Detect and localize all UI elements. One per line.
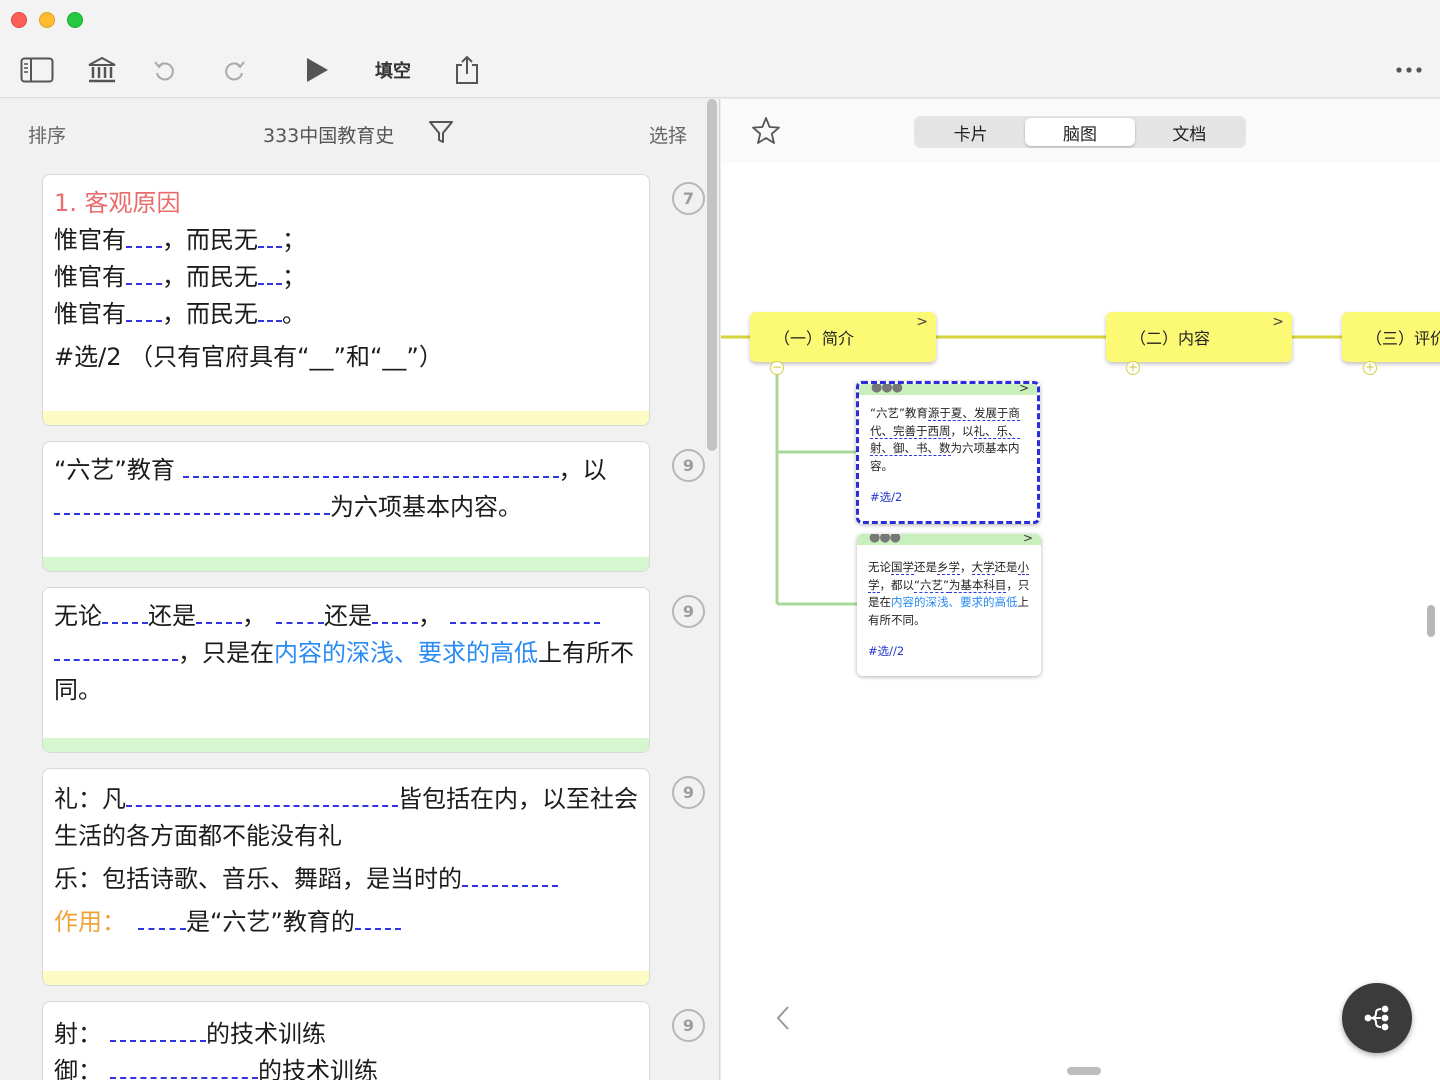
redo-button[interactable] (221, 54, 247, 86)
zoom-window-button[interactable] (67, 12, 83, 28)
card-item-1[interactable]: 1. 客观原因 惟官有 ，而民无； 惟官有 ，而民无； 惟官有 ，而民无。 #选/2 … (42, 174, 650, 426)
chevron-right-icon[interactable]: > (916, 314, 928, 330)
play-icon (307, 58, 328, 82)
close-window-button[interactable] (11, 12, 27, 28)
cloze-blank[interactable] (182, 456, 559, 478)
expand-icon[interactable]: + (1363, 361, 1377, 375)
sort-button[interactable]: 排序 (28, 121, 66, 148)
sidebar-icon (20, 57, 54, 83)
cloze-blank[interactable] (372, 602, 418, 624)
sidebar-toggle-button[interactable] (20, 54, 54, 86)
minimize-window-button[interactable] (39, 12, 55, 28)
card-tag: #选/2 (870, 490, 903, 504)
card-line: 惟官有 ，而民无； (54, 226, 306, 254)
review-count-badge: 7 (672, 182, 705, 215)
expand-icon[interactable]: + (1126, 361, 1140, 375)
cloze-blank[interactable] (54, 639, 178, 661)
cloze-blank[interactable] (354, 908, 401, 930)
mindmap-connectors (721, 335, 1440, 606)
select-button[interactable]: 选择 (649, 121, 687, 148)
card-footer (43, 557, 649, 571)
cloze-blank[interactable] (450, 602, 600, 624)
card-list-panel: 排序 333中国教育史 选择 1. 客观原因 惟官有 ，而民无； 惟官有 ，而民无；… (0, 99, 720, 1080)
mindmap-node-content[interactable]: （二）内容 > (1106, 312, 1292, 362)
library-icon (88, 56, 116, 83)
cloze-blank[interactable] (196, 602, 242, 624)
chevron-right-icon[interactable]: > (1023, 534, 1033, 548)
mindmap-horizontal-scrollbar[interactable] (1067, 1067, 1101, 1075)
cloze-blank[interactable] (126, 300, 162, 322)
cloze-blank[interactable] (102, 602, 148, 624)
cloze-blank[interactable] (126, 263, 162, 285)
card-line: 作用： 是“六艺”教育的 (54, 904, 638, 941)
library-button[interactable] (87, 54, 117, 86)
card-line: 射： 的技术训练 (54, 1020, 326, 1048)
cloze-blank[interactable] (258, 263, 282, 285)
cloze-blank[interactable] (126, 785, 398, 807)
card-line: 御： 的技术训练 (54, 1057, 378, 1080)
drag-handle-icon[interactable]: ●●● (869, 534, 901, 547)
cloze-blank[interactable] (462, 865, 558, 887)
cloze-blank[interactable] (276, 602, 324, 624)
mindmap-node-intro[interactable]: （一）简介 > (750, 312, 936, 362)
list-header: 排序 333中国教育史 选择 (0, 99, 719, 169)
play-button[interactable] (303, 54, 331, 86)
share-icon (456, 55, 478, 84)
more-icon (1396, 67, 1422, 73)
undo-icon (154, 61, 174, 81)
review-count-badge: 9 (672, 595, 705, 628)
cloze-blank[interactable] (126, 226, 162, 248)
card-note: #选/2 （只有官府具有“__”和“__”） (54, 343, 443, 371)
card-item-2[interactable]: “六艺”教育 ，以 为六项基本内容。 (42, 441, 650, 572)
review-count-badge: 9 (672, 776, 705, 809)
drag-handle-icon[interactable]: ●●● (871, 384, 903, 397)
card-item-5[interactable]: 射： 的技术训练 御： 的技术训练 (42, 1001, 650, 1080)
card-line: 为六项基本内容。 (54, 489, 638, 526)
cloze-blank[interactable] (258, 226, 282, 248)
fill-blank-button[interactable]: 填空 (372, 54, 414, 86)
review-count-badge: 9 (672, 449, 705, 482)
collapse-icon[interactable]: − (770, 361, 784, 375)
cloze-blank[interactable] (138, 908, 186, 930)
mindmap-action-button[interactable] (1342, 983, 1412, 1053)
branch-icon (1364, 1005, 1389, 1031)
mindmap-node-evaluation[interactable]: （三）评价 (1342, 312, 1440, 362)
card-item-4[interactable]: 礼：凡 皆包括在内，以至社会生活的各方面都不能没有礼 乐：包括诗歌、音乐、舞蹈，是… (42, 768, 650, 986)
list-scrollbar[interactable] (707, 99, 717, 451)
mindmap-vertical-scrollbar[interactable] (1427, 605, 1435, 637)
card-line: “六艺”教育 ，以 (54, 456, 607, 484)
undo-button[interactable] (152, 54, 178, 86)
card-title: 1. 客观原因 (54, 189, 181, 217)
card-line: 惟官有 ，而民无。 (54, 300, 306, 328)
filter-icon[interactable] (428, 119, 454, 149)
toolbar: 填空 (0, 0, 1440, 98)
card-footer (43, 411, 649, 425)
card-line: 惟官有 ，而民无； (54, 263, 306, 291)
chevron-right-icon[interactable]: > (1272, 314, 1284, 330)
card-footer (43, 971, 649, 985)
mindmap-card-selected[interactable]: ●●● > “六艺”教育源于夏、发展于商代、完善于西周，以礼、乐、射、御、书、数… (856, 381, 1040, 524)
chevron-left-icon[interactable] (775, 1005, 791, 1035)
cloze-blank[interactable] (54, 493, 330, 515)
cloze-blank[interactable] (258, 300, 282, 322)
more-button[interactable] (1394, 54, 1424, 86)
card-item-3[interactable]: 无论 还是，还是 ，，只是在内容的深浅、要求的高低上有所不同。 (42, 587, 650, 753)
cloze-blank[interactable] (110, 1057, 258, 1079)
review-count-badge: 9 (672, 1009, 705, 1042)
chevron-right-icon[interactable]: > (1019, 384, 1029, 398)
share-button[interactable] (454, 54, 480, 86)
redo-icon (225, 61, 245, 81)
cloze-blank[interactable] (110, 1020, 206, 1042)
mindmap-card[interactable]: ●●● > 无论国学还是乡学，大学还是小学，都以“六艺”为基本科目，只是在内容的… (857, 534, 1041, 676)
mindmap-panel: 卡片 脑图 文档 （一）简介 > − （二）内容 > + （三）评价 + ●●●… (721, 99, 1440, 1080)
card-footer (43, 738, 649, 752)
deck-title: 333中国教育史 (263, 125, 395, 147)
highlight-text: 内容的深浅、要求的高低 (274, 639, 538, 667)
card-line: 礼：凡 皆包括在内，以至社会生活的各方面都不能没有礼 (54, 785, 638, 850)
card-tag: #选//2 (868, 644, 905, 658)
card-line: 乐：包括诗歌、音乐、舞蹈，是当时的 (54, 861, 638, 898)
